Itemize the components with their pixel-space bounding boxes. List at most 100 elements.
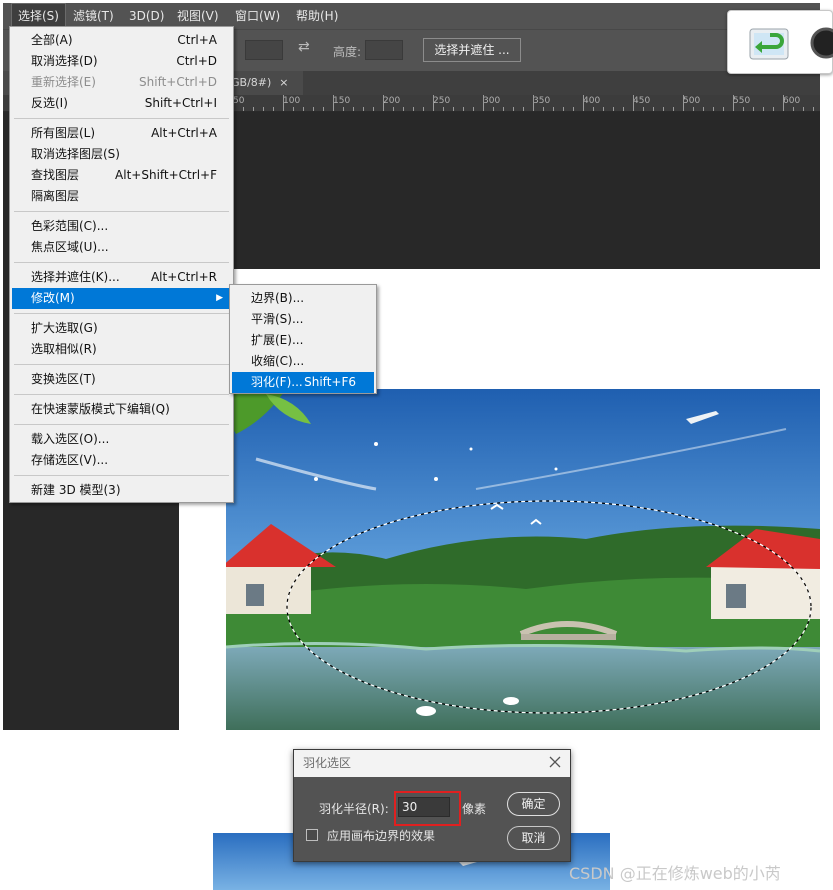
height-field[interactable] <box>365 40 403 60</box>
ruler-tick <box>263 107 264 111</box>
menu-item-select-and-mask[interactable]: 选择并遮住(K)... Alt+Ctrl+R <box>12 267 231 288</box>
menu-item-isolate-layers[interactable]: 隔离图层 <box>12 186 231 207</box>
menu-item-smooth[interactable]: 平滑(S)... <box>232 309 374 330</box>
menu-item-save-selection[interactable]: 存储选区(V)... <box>12 450 231 471</box>
menu-item-label: 变换选区(T) <box>31 372 96 386</box>
select-and-mask-button[interactable]: 选择并遮住 ... <box>423 38 521 62</box>
undo-app-icon <box>727 10 833 74</box>
ruler-tick <box>623 107 624 111</box>
document-tab-title: GB/8#) <box>231 76 272 89</box>
menu-item-shortcut: Alt+Shift+Ctrl+F <box>115 168 217 182</box>
menu-item-deselect-layers[interactable]: 取消选择图层(S) <box>12 144 231 165</box>
menu-item-label: 查找图层 <box>31 168 80 182</box>
menu-item-label: 存储选区(V)... <box>31 453 109 467</box>
ruler-tick <box>593 107 594 111</box>
menu-item-load-selection[interactable]: 载入选区(O)... <box>12 429 231 450</box>
ruler-tick <box>653 107 654 111</box>
width-field[interactable] <box>245 40 283 60</box>
ruler-tick <box>743 107 744 111</box>
menu-item-shortcut: Shift+F6 <box>304 375 356 389</box>
ruler-tick <box>683 95 684 111</box>
menu-item-shortcut: Ctrl+A <box>177 33 217 47</box>
swap-icon[interactable]: ⇄ <box>298 39 310 55</box>
ruler-tick <box>473 107 474 111</box>
menu-item-similar[interactable]: 选取相似(R) <box>12 339 231 360</box>
submenu-arrow-icon: ▶ <box>216 293 223 303</box>
ruler-tick <box>733 95 734 111</box>
ruler-tick <box>343 107 344 111</box>
cancel-button[interactable]: 取消 <box>507 826 560 850</box>
ruler-tick <box>713 107 714 111</box>
menu-item-expand[interactable]: 扩展(E)... <box>232 330 374 351</box>
menu-separator <box>14 262 229 263</box>
ruler-tick <box>323 107 324 111</box>
ruler-label: 200 <box>383 96 401 106</box>
menu-item-label: 羽化(F)... <box>251 375 303 389</box>
menu-item-reselect[interactable]: 重新选择(E) Shift+Ctrl+D <box>12 72 231 93</box>
menu-item-select-all[interactable]: 全部(A) Ctrl+A <box>12 30 231 51</box>
ruler-tick <box>763 107 764 111</box>
menu-item-deselect[interactable]: 取消选择(D) Ctrl+D <box>12 51 231 72</box>
menu-item-grow[interactable]: 扩大选取(G) <box>12 318 231 339</box>
menu-item-inverse[interactable]: 反选(I) Shift+Ctrl+I <box>12 93 231 114</box>
ruler-tick <box>603 107 604 111</box>
ruler-label: 600 <box>783 96 801 106</box>
menu-item-label: 反选(I) <box>31 96 68 110</box>
menu-item-label: 新建 3D 模型(3) <box>31 483 121 497</box>
menu-item-find-layers[interactable]: 查找图层 Alt+Shift+Ctrl+F <box>12 165 231 186</box>
feather-radius-label: 羽化半径(R): <box>319 802 389 816</box>
menu-item-contract[interactable]: 收缩(C)... <box>232 351 374 372</box>
dialog-title-bar: 羽化选区 <box>294 750 570 777</box>
ruler-tick <box>503 107 504 111</box>
ruler-tick <box>793 107 794 111</box>
ruler-label: 550 <box>733 96 751 106</box>
ruler-label: 50 <box>233 96 245 106</box>
ruler-tick <box>373 107 374 111</box>
ruler-tick <box>523 107 524 111</box>
menu-help[interactable]: 帮助(H) <box>290 3 344 29</box>
ruler-tick <box>543 107 544 111</box>
ruler-tick <box>673 107 674 111</box>
menu-item-new-3d-model[interactable]: 新建 3D 模型(3) <box>12 480 231 501</box>
ruler-tick <box>283 95 284 111</box>
close-icon[interactable] <box>549 754 561 772</box>
ruler-tick <box>353 107 354 111</box>
menu-item-modify[interactable]: 修改(M) ▶ <box>12 288 231 309</box>
modify-submenu: 边界(B)... 平滑(S)... 扩展(E)... 收缩(C)... 羽化(F… <box>229 284 377 394</box>
menu-item-quick-mask[interactable]: 在快速蒙版模式下编辑(Q) <box>12 399 231 420</box>
menu-item-label: 选取相似(R) <box>31 342 97 356</box>
feather-selection-dialog: 羽化选区 羽化半径(R): 30 像素 应用画布边界的效果 确定 取消 <box>293 749 571 862</box>
menu-item-label: 边界(B)... <box>251 291 305 305</box>
ruler-label: 300 <box>483 96 501 106</box>
menu-item-feather[interactable]: 羽化(F)... Shift+F6 <box>232 372 374 393</box>
ruler-tick <box>703 107 704 111</box>
menu-item-label: 收缩(C)... <box>251 354 305 368</box>
tab-close-icon[interactable]: × <box>279 76 288 89</box>
ok-button[interactable]: 确定 <box>507 792 560 816</box>
ruler-label: 100 <box>283 96 301 106</box>
ruler-tick <box>293 107 294 111</box>
menu-item-color-range[interactable]: 色彩范围(C)... <box>12 216 231 237</box>
menu-item-focus-area[interactable]: 焦点区域(U)... <box>12 237 231 258</box>
menu-separator <box>14 475 229 476</box>
ruler-tick <box>513 107 514 111</box>
ruler-tick <box>723 107 724 111</box>
watermark: CSDN @正在修炼web的小芮 <box>569 864 781 883</box>
ruler-tick <box>253 107 254 111</box>
ruler-label: 400 <box>583 96 601 106</box>
menu-separator <box>14 118 229 119</box>
ruler-tick <box>413 107 414 111</box>
ruler-tick <box>393 107 394 111</box>
menu-item-transform-selection[interactable]: 变换选区(T) <box>12 369 231 390</box>
ruler-tick <box>553 107 554 111</box>
ruler-tick <box>443 107 444 111</box>
menu-item-all-layers[interactable]: 所有图层(L) Alt+Ctrl+A <box>12 123 231 144</box>
ruler-tick <box>463 107 464 111</box>
ruler-tick <box>433 95 434 111</box>
menu-window[interactable]: 窗口(W) <box>229 3 286 29</box>
ruler-tick <box>753 107 754 111</box>
menu-item-border[interactable]: 边界(B)... <box>232 288 374 309</box>
ruler-tick <box>363 107 364 111</box>
ruler-tick <box>693 107 694 111</box>
apply-canvas-bounds-checkbox[interactable] <box>306 829 318 841</box>
